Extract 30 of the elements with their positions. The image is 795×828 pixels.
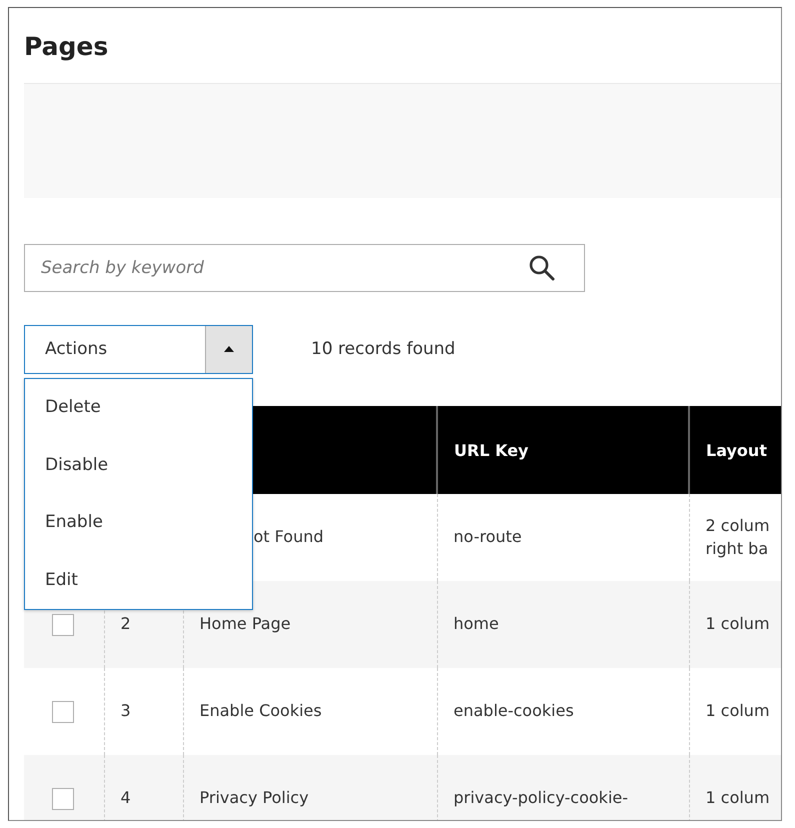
column-header[interactable]: URL Key — [437, 406, 689, 494]
menu-item[interactable]: Enable — [45, 494, 252, 551]
menu-item[interactable]: Edit — [45, 551, 252, 608]
table-cell: Privacy Policy — [200, 788, 309, 808]
search-field[interactable]: Search by keyword — [24, 244, 585, 292]
records-count: 10 records found — [311, 339, 456, 359]
table-cell-text: 1 colum — [706, 787, 766, 810]
menu-item[interactable]: Delete — [45, 378, 252, 436]
actions-dropdown[interactable]: Actions — [24, 324, 253, 374]
column-header[interactable]: Layout — [689, 406, 781, 494]
table-cell-text: 2 colum right ba — [706, 515, 766, 560]
row-checkbox[interactable] — [52, 788, 74, 810]
row-checkbox[interactable] — [52, 700, 74, 722]
table-cell-text: home — [454, 613, 500, 636]
table-cell-text: ot Found — [254, 526, 324, 548]
page-title: Pages — [24, 31, 110, 63]
table-cell: 3 — [120, 701, 131, 720]
table-cell: Enable Cookies — [200, 701, 322, 720]
table-cell: 4 — [120, 788, 131, 808]
menu-item[interactable]: Disable — [45, 436, 252, 494]
table-cell: Home Page — [200, 614, 291, 634]
table-cell-text: 1 colum — [706, 613, 766, 636]
table-cell-text: no-route — [454, 526, 523, 548]
search-icon[interactable] — [529, 255, 555, 281]
table-cell: 2 — [120, 614, 131, 634]
table-cell-text: enable-cookies — [454, 700, 575, 722]
table-cell-text: 1 colum — [706, 700, 766, 722]
table-cell-text: privacy-policy-cookie- — [454, 787, 630, 810]
caret-icon — [224, 346, 234, 352]
row-checkbox[interactable] — [52, 614, 74, 636]
